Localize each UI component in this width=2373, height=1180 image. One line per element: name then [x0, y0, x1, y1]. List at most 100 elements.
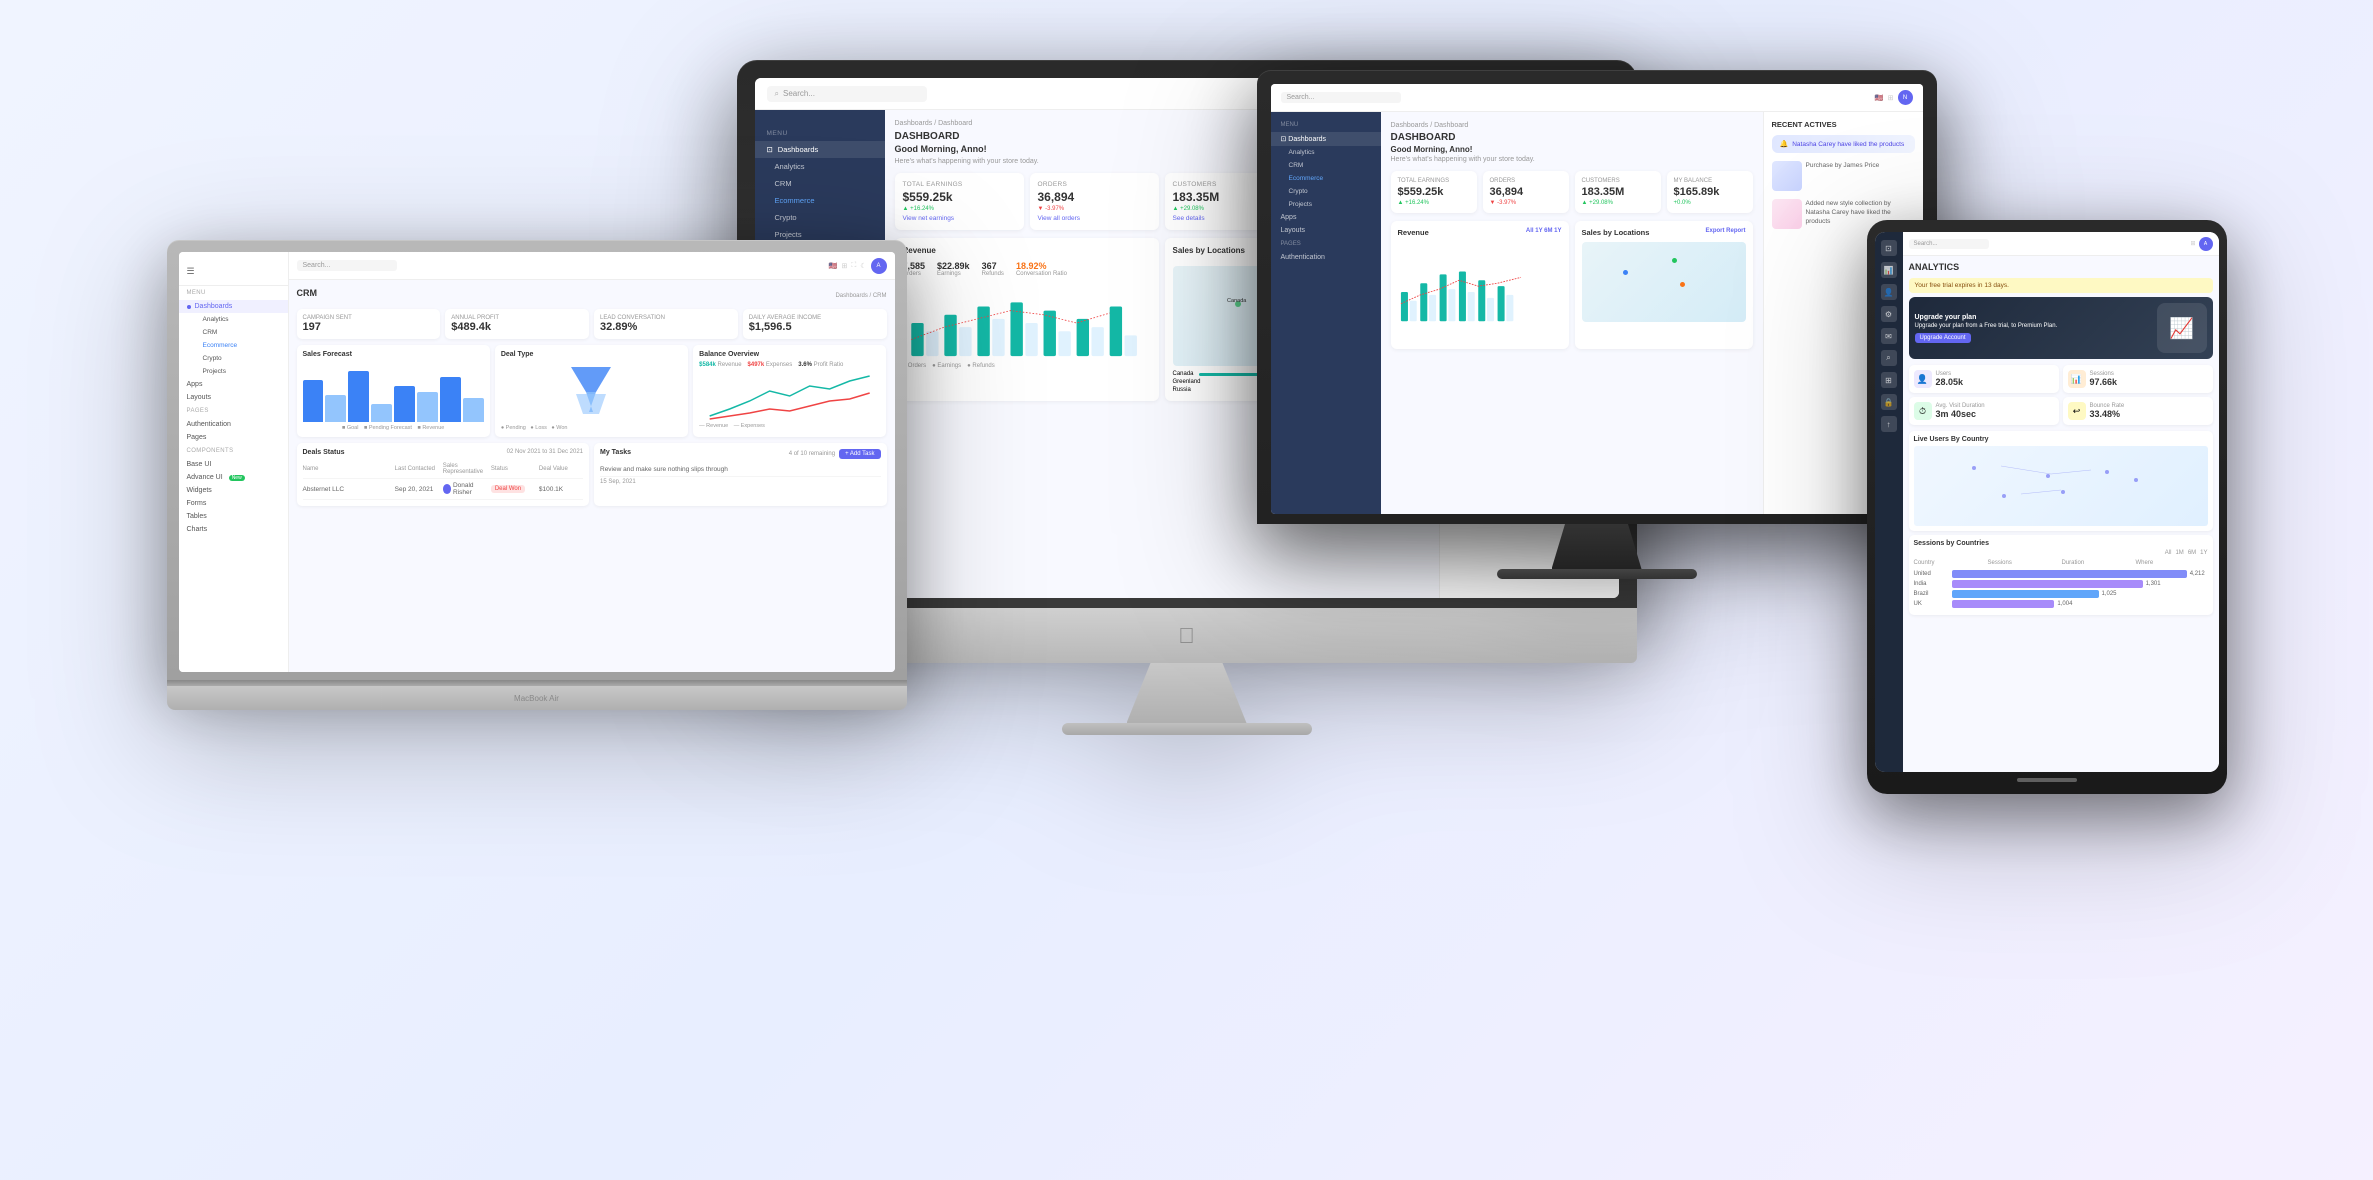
- imac-sidebar-dashboards[interactable]: ⊡ Dashboards: [755, 141, 885, 158]
- label-canada: Canada: [1227, 298, 1246, 304]
- filter-all[interactable]: All: [2165, 550, 2172, 556]
- mon-sidebar-apps[interactable]: Apps: [1271, 211, 1381, 224]
- imac-sidebar-analytics[interactable]: Analytics: [755, 158, 885, 175]
- mb-sidebar-charts[interactable]: Charts: [179, 523, 288, 536]
- mb-avatar[interactable]: A: [871, 258, 887, 274]
- mb-grid-icon: ⊞: [841, 262, 847, 270]
- mon-search[interactable]: Search...: [1281, 92, 1401, 103]
- mon-sidebar-ecommerce[interactable]: Ecommerce: [1271, 172, 1381, 185]
- mb-sidebar-crypto[interactable]: Crypto: [195, 352, 288, 365]
- country-4: UK: [1914, 601, 1949, 607]
- tab-sidebar-lock[interactable]: 🔒: [1881, 394, 1897, 410]
- mb-sidebar-ecommerce[interactable]: Ecommerce: [195, 339, 288, 352]
- mon-sidebar-dashboards[interactable]: ⊡ Dashboards: [1271, 132, 1381, 146]
- mon-filter-btns[interactable]: All 1Y 6M 1Y: [1526, 228, 1562, 237]
- imac-sidebar-crypto[interactable]: Crypto: [755, 209, 885, 226]
- mb-balance-stats: $584k Revenue $497k Expenses: [699, 362, 880, 368]
- legend-greenland: Greenland: [1173, 379, 1201, 385]
- mon-stats-row: TOTAL EARNINGS $559.25k ▲ +16.24% ORDERS…: [1391, 171, 1753, 213]
- imac-sidebar-crm[interactable]: CRM: [755, 175, 885, 192]
- tab-sidebar-chart[interactable]: 📊: [1881, 262, 1897, 278]
- tab-sidebar-settings[interactable]: ⚙: [1881, 306, 1897, 322]
- mb-main-content: Search... 🇺🇸 ⊞ ⛶ ☾ A: [289, 252, 895, 672]
- mb-sidebar-projects[interactable]: Projects: [195, 365, 288, 378]
- mon-sidebar-projects[interactable]: Projects: [1271, 198, 1381, 211]
- mon-flag-icon: 🇺🇸: [1875, 94, 1884, 102]
- mon-orders-change: ▼ -3.97%: [1490, 200, 1562, 206]
- mb-sidebar-components-label: COMPONENTS: [179, 444, 288, 458]
- mon-avatar[interactable]: N: [1898, 90, 1913, 105]
- mb-task-1: Review and make sure nothing slips throu…: [600, 463, 881, 477]
- mb-sidebar-pages[interactable]: Pages: [179, 431, 288, 444]
- tab-bar-row-3: Brazil 1,025: [1914, 590, 2208, 598]
- mb-bar-3: [348, 371, 369, 422]
- mb-sidebar-dashboards[interactable]: Dashboards: [179, 300, 288, 313]
- mb-bar-4: [371, 404, 392, 422]
- mon-sidebar: MENU ⊡ Dashboards Analytics CRM Ecommerc…: [1271, 112, 1381, 514]
- mb-sidebar-layouts[interactable]: Layouts: [179, 391, 288, 404]
- mon-sidebar-analytics[interactable]: Analytics: [1271, 146, 1381, 159]
- tab-search[interactable]: Search...: [1909, 239, 1989, 249]
- tab-stat-sessions: 📊 Sessions 97.66k: [2063, 365, 2213, 393]
- tab-sidebar-users[interactable]: 👤: [1881, 284, 1897, 300]
- col-where: Where: [2136, 560, 2208, 566]
- imac-rev-earnings-val: $22.89k: [937, 261, 970, 271]
- mb-search[interactable]: Search...: [297, 260, 397, 271]
- mb-sidebar-topbar: ☰: [179, 258, 288, 286]
- tab-upgrade-illustration: 📈: [2157, 303, 2207, 353]
- filter-6m[interactable]: 6M: [2188, 550, 2196, 556]
- apps-label: Apps: [187, 381, 203, 388]
- tab-sessions-title: Sessions by Countries: [1914, 540, 2208, 547]
- mb-sidebar-tables[interactable]: Tables: [179, 510, 288, 523]
- hamburger-icon[interactable]: ☰: [187, 266, 195, 277]
- imac-base: [1062, 723, 1312, 735]
- mb-sidebar-authentication[interactable]: Authentication: [179, 418, 288, 431]
- mb-sidebar-baseui[interactable]: Base UI: [179, 458, 288, 471]
- mon-earnings-change: ▲ +16.24%: [1398, 200, 1470, 206]
- mon-content: Dashboards / Dashboard DASHBOARD Good Mo…: [1381, 112, 1763, 514]
- mb-sidebar-analytics[interactable]: Analytics: [195, 313, 288, 326]
- tab-alert: Your free trial expires in 13 days.: [1909, 278, 2213, 293]
- filter-1y[interactable]: 1Y: [2200, 550, 2207, 556]
- tab-sidebar-search[interactable]: ⌕: [1881, 350, 1897, 366]
- tab-avatar[interactable]: A: [2199, 237, 2213, 251]
- mb-sidebar-widgets[interactable]: Widgets: [179, 484, 288, 497]
- mb-sidebar-crm[interactable]: CRM: [195, 326, 288, 339]
- imac-stat-orders: ORDERS 36,894 ▼ -3.97% View all orders: [1030, 173, 1159, 230]
- mb-add-task-btn[interactable]: + Add Task: [839, 449, 880, 459]
- tab-upgrade-title: Upgrade your plan: [1915, 314, 2157, 321]
- mon-orders-value: 36,894: [1490, 186, 1562, 198]
- mon-sidebar-auth[interactable]: Authentication: [1271, 251, 1381, 264]
- imac-rev-refunds: 367 Refunds: [982, 261, 1004, 277]
- filter-1m[interactable]: 1M: [2175, 550, 2183, 556]
- imac-stat-orders-change: ▼ -3.97%: [1038, 206, 1151, 212]
- imac-earnings-link[interactable]: View net earnings: [903, 215, 1016, 222]
- country-2: India: [1914, 581, 1949, 587]
- imac-search[interactable]: ⌕ Search...: [767, 86, 927, 102]
- macbook-body: MacBook Air: [167, 686, 907, 710]
- mb-sidebar-forms[interactable]: Forms: [179, 497, 288, 510]
- bar-1: [1952, 570, 2187, 578]
- mon-sidebar-crypto[interactable]: Crypto: [1271, 185, 1381, 198]
- tab-sidebar-mail[interactable]: ✉: [1881, 328, 1897, 344]
- tab-sidebar-share[interactable]: ↑: [1881, 416, 1897, 432]
- tab-sidebar-layers[interactable]: ⊞: [1881, 372, 1897, 388]
- tab-analytics-title: ANALYTICS: [1909, 262, 2213, 272]
- imac-revenue-stats: 7,585 Orders $22.89k Earnings: [903, 261, 1151, 277]
- tab-sidebar-home[interactable]: ⊡: [1881, 240, 1897, 256]
- imac-orders-link[interactable]: View all orders: [1038, 215, 1151, 222]
- mon-customers-change: ▲ +29.08%: [1582, 200, 1654, 206]
- legend-won: ● Won: [551, 425, 567, 431]
- mon-sidebar-layouts[interactable]: Layouts: [1271, 224, 1381, 237]
- mb-sidebar-advanceui[interactable]: Advance UI New: [179, 471, 288, 484]
- mb-campaigns-value: 197: [303, 321, 435, 333]
- macbook-bezel: ☰ MENU Dashboards Analytics CRM Ec: [167, 240, 907, 680]
- imac-sidebar-ecommerce[interactable]: Ecommerce: [755, 192, 885, 209]
- mon-sidebar-crm[interactable]: CRM: [1271, 159, 1381, 172]
- search-placeholder: Search...: [303, 262, 331, 269]
- mon-export-link[interactable]: Export Report: [1705, 228, 1745, 237]
- tab-upgrade-desc: Upgrade your plan from a Free trial, to …: [1915, 323, 2157, 329]
- mb-sidebar-apps[interactable]: Apps: [179, 378, 288, 391]
- rep-avatar-1: [443, 484, 451, 494]
- tab-upgrade-btn[interactable]: Upgrade Account: [1915, 333, 1971, 343]
